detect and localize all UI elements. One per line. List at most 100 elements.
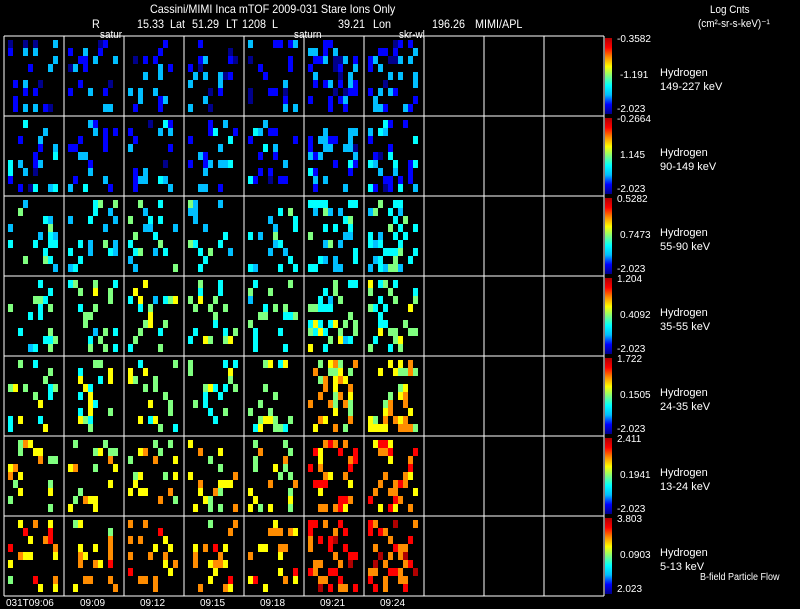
data-pixel [348,312,353,320]
data-pixel [113,240,118,248]
data-pixel [283,576,288,584]
data-pixel [408,40,413,48]
data-pixel [83,184,88,192]
data-pixel [208,128,213,136]
data-pixel [88,240,93,248]
data-pixel [128,536,133,544]
energy-label: 13-24 keV [660,481,711,493]
data-pixel [148,552,153,560]
data-pixel [78,368,83,376]
data-pixel [253,336,258,344]
data-pixel [163,296,168,304]
data-pixel [23,256,28,264]
data-pixel [338,96,343,104]
data-pixel [33,48,38,56]
data-pixel [348,168,353,176]
data-pixel [283,176,288,184]
data-pixel [253,424,258,432]
data-pixel [68,64,73,72]
data-pixel [103,328,108,336]
data-pixel [398,552,403,560]
data-pixel [348,456,353,464]
data-pixel [388,264,393,272]
data-pixel [323,224,328,232]
data-pixel [138,96,143,104]
data-pixel [348,280,353,288]
data-pixel [93,56,98,64]
data-pixel [318,464,323,472]
data-pixel [348,384,353,392]
data-pixel [143,72,148,80]
data-pixel [218,80,223,88]
data-pixel [93,128,98,136]
data-pixel [8,224,13,232]
data-pixel [133,168,138,176]
data-pixel [328,336,333,344]
data-pixel [48,368,53,376]
data-pixel [393,280,398,288]
data-pixel [223,544,228,552]
data-pixel [248,552,253,560]
data-pixel [378,240,383,248]
data-pixel [153,88,158,96]
data-pixel [313,480,318,488]
data-pixel [113,584,118,592]
data-pixel [108,456,113,464]
data-pixel [378,48,383,56]
data-pixel [228,480,233,488]
data-pixel [393,56,398,64]
data-pixel [218,72,223,80]
data-pixel [278,472,283,480]
data-pixel [393,480,398,488]
data-pixel [18,472,23,480]
data-pixel [88,384,93,392]
data-pixel [263,144,268,152]
species-label: Hydrogen [660,467,708,479]
data-pixel [158,104,163,112]
data-pixel [148,312,153,320]
data-pixel [113,280,118,288]
data-pixel [318,152,323,160]
data-pixel [163,472,168,480]
data-pixel [23,200,28,208]
data-pixel [88,344,93,352]
data-pixel [198,64,203,72]
data-pixel [333,256,338,264]
data-pixel [388,440,393,448]
data-pixel [413,296,418,304]
data-pixel [383,448,388,456]
data-pixel [38,136,43,144]
data-pixel [143,488,148,496]
energy-label: 90-149 keV [660,161,717,173]
data-pixel [388,184,393,192]
data-pixel [353,56,358,64]
data-pixel [43,376,48,384]
data-pixel [308,320,313,328]
data-pixel [273,144,278,152]
data-pixel [78,56,83,64]
colorbar-max-label: -0.2664 [617,114,651,125]
data-pixel [103,88,108,96]
data-pixel [353,160,358,168]
data-pixel [153,416,158,424]
data-pixel [403,552,408,560]
data-pixel [153,440,158,448]
data-pixel [8,496,13,504]
data-pixel [48,336,53,344]
data-pixel [413,80,418,88]
data-pixel [53,384,58,392]
data-pixel [333,376,338,384]
footer-note: B-field Particle Flow [700,572,780,583]
data-pixel [348,232,353,240]
data-pixel [373,424,378,432]
data-pixel [323,472,328,480]
data-pixel [368,424,373,432]
data-pixel [173,472,178,480]
data-pixel [253,264,258,272]
data-pixel [253,128,258,136]
data-pixel [88,120,93,128]
data-pixel [113,248,118,256]
data-pixel [198,584,203,592]
data-pixel [168,184,173,192]
data-pixel [68,264,73,272]
